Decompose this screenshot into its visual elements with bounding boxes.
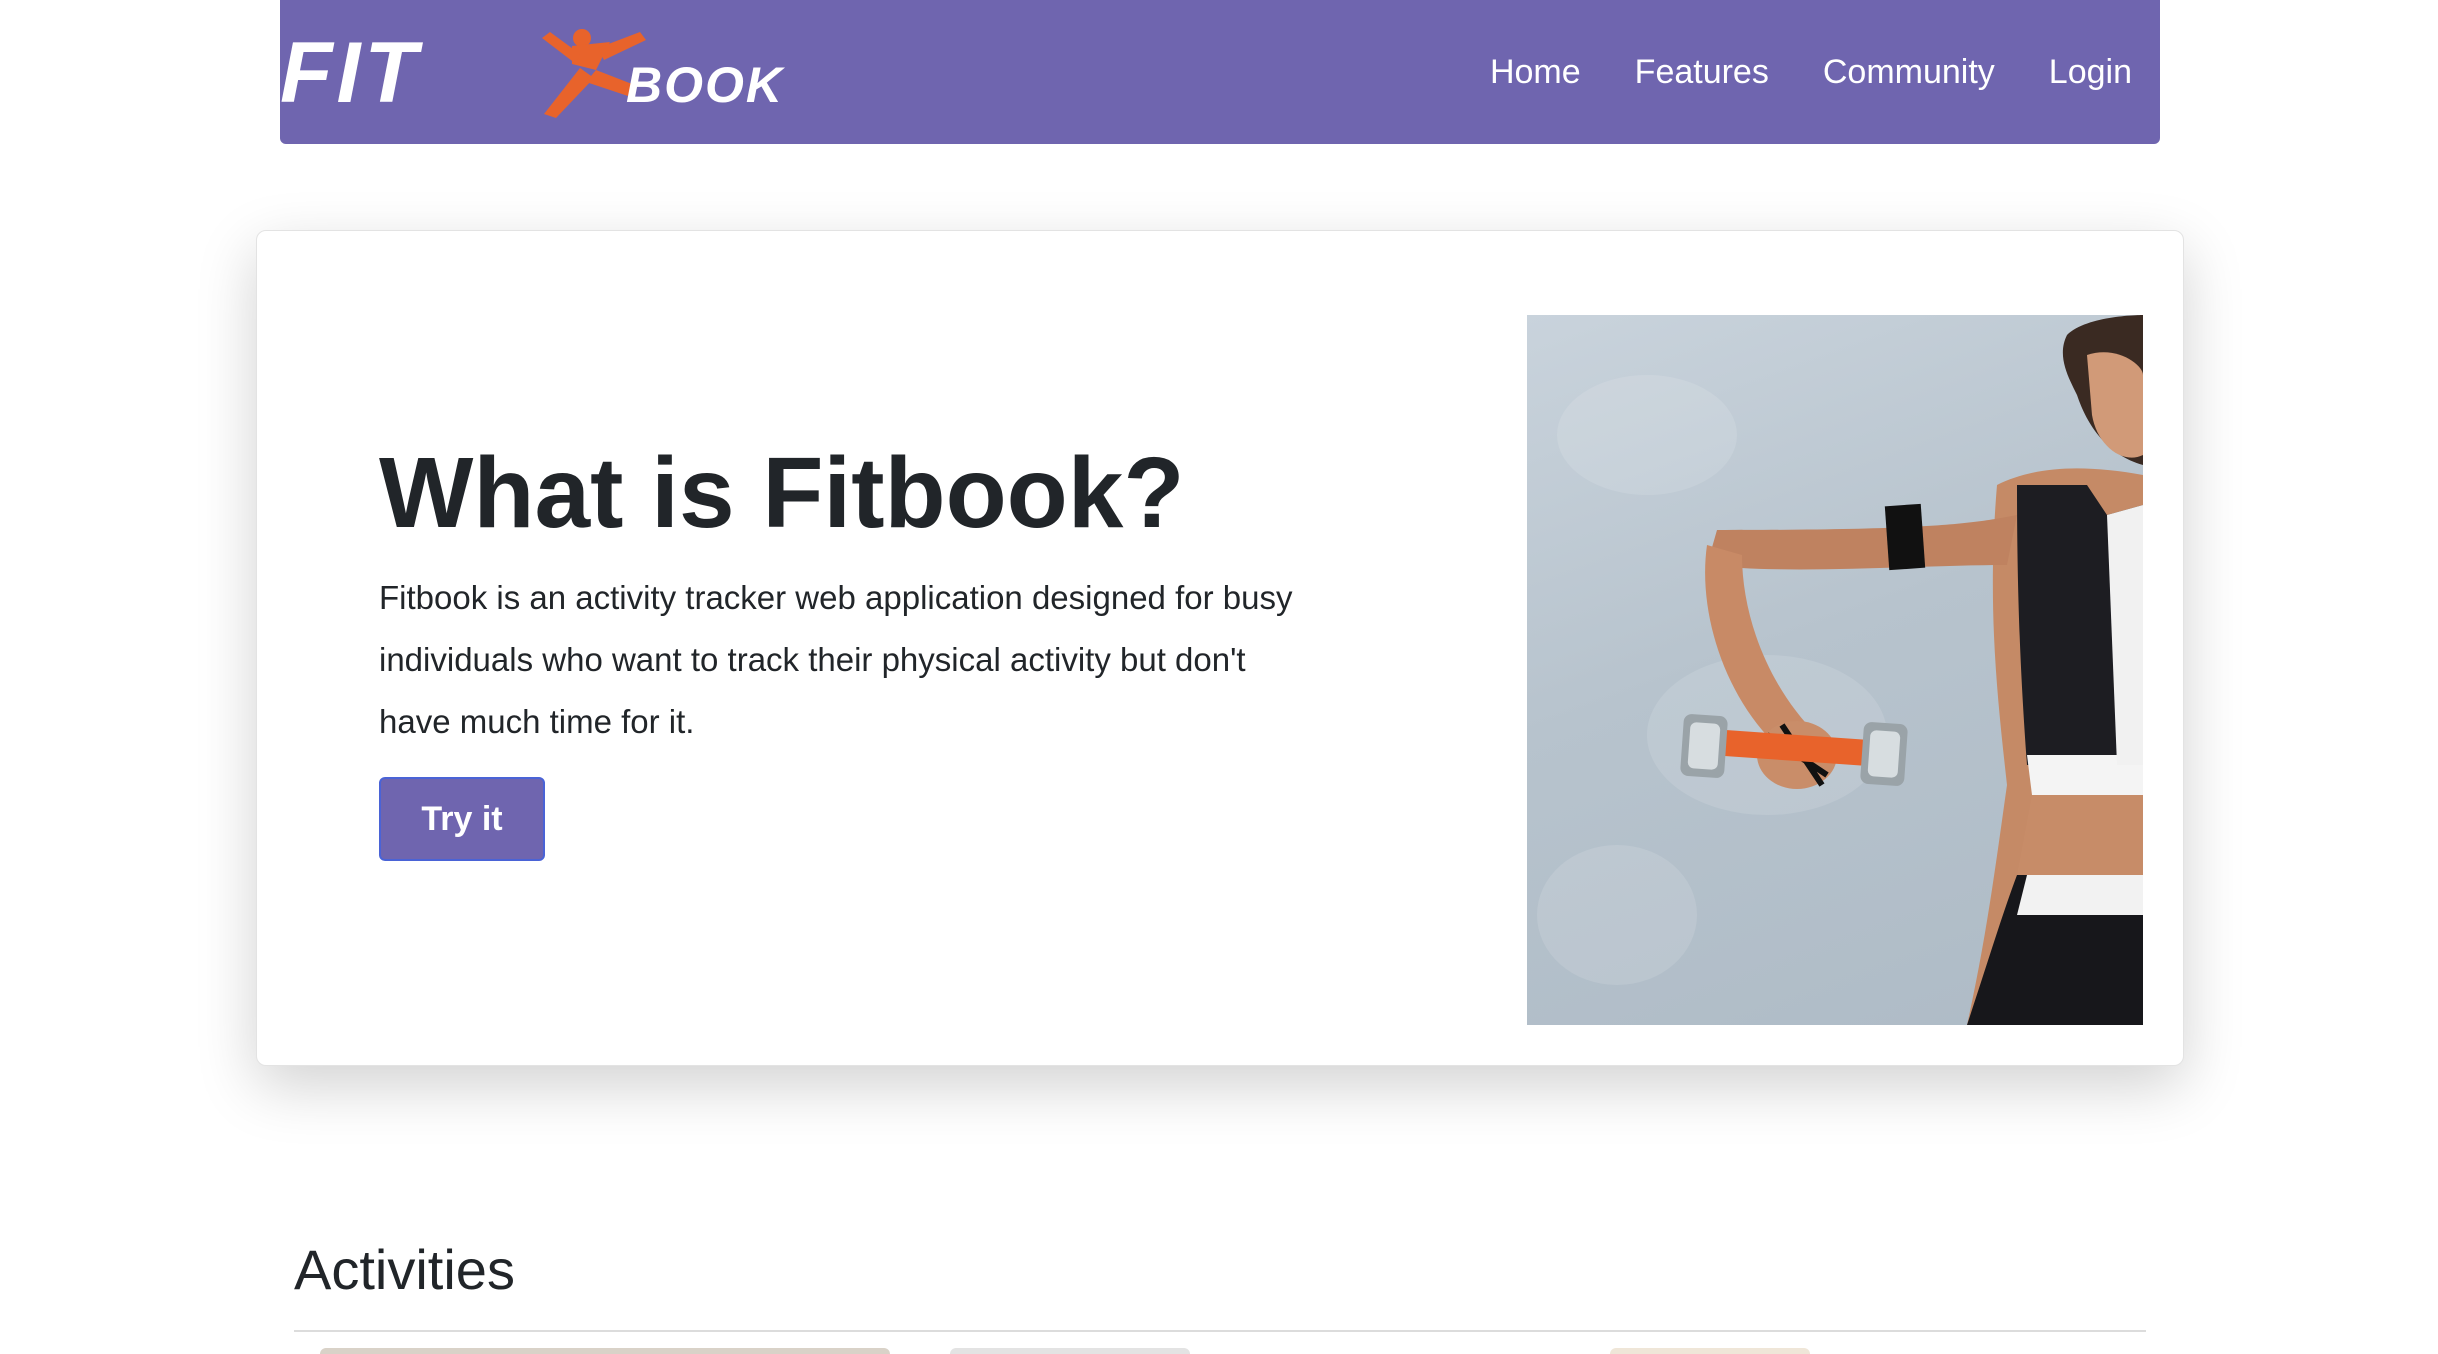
hero-image [1527,315,2143,1025]
fitbook-logo-icon: FIT BOOK [280,25,786,120]
try-it-button[interactable]: Try it [379,777,545,861]
hero-title: What is Fitbook? [379,437,1185,549]
nav-link-login[interactable]: Login [2049,53,2132,92]
nav-link-community[interactable]: Community [1823,53,1995,92]
hero-card: What is Fitbook? Fitbook is an activity … [256,230,2184,1066]
activities-divider [294,1330,2146,1332]
activity-card-peek-1[interactable] [320,1348,890,1354]
nav-link-features[interactable]: Features [1635,53,1769,92]
activities-title: Activities [294,1238,515,1301]
activity-card-peek-2[interactable] [950,1348,1190,1354]
logo-text-fit: FIT [280,25,423,120]
nav-link-home[interactable]: Home [1490,53,1581,92]
hero-description: Fitbook is an activity tracker web appli… [379,579,1293,740]
logo-text-book: BOOK [626,57,786,113]
brand-logo[interactable]: FIT BOOK [280,24,800,120]
top-navbar: FIT BOOK Home Features Community Login [280,0,2160,144]
woman-dumbbell-photo-icon [1537,315,2143,1025]
nav-links: Home Features Community Login [1490,0,2132,144]
activity-card-peek-3[interactable] [1610,1348,1810,1354]
